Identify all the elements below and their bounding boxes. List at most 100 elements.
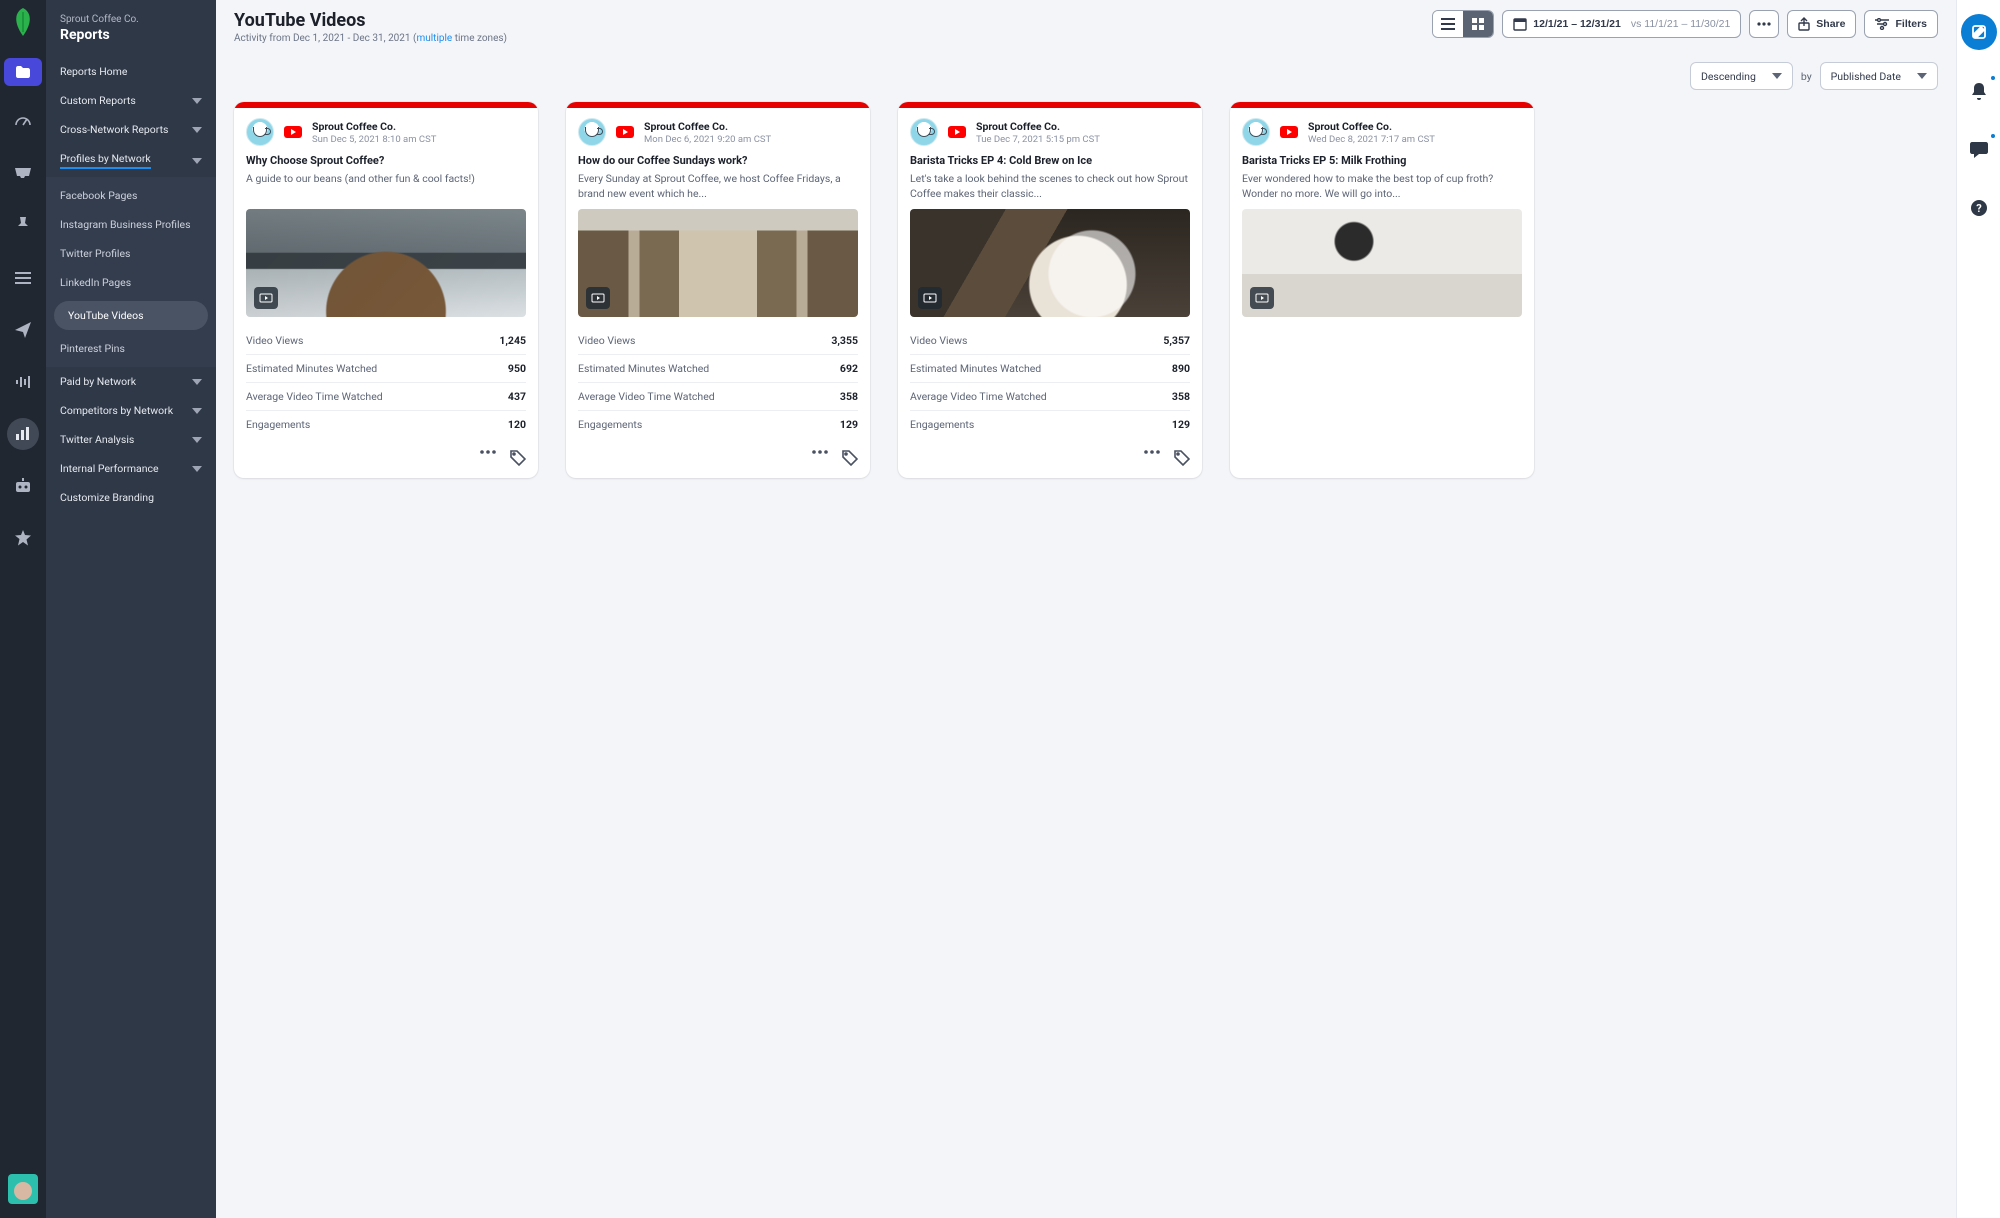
- nav-inbox-icon[interactable]: [7, 158, 39, 190]
- timezone-link[interactable]: multiple: [416, 33, 452, 44]
- publish-time: Wed Dec 8, 2021 7:17 am CST: [1308, 134, 1435, 145]
- topbar: YouTube Videos Activity from Dec 1, 2021…: [216, 0, 1956, 48]
- channel-name: Sprout Coffee Co.: [976, 120, 1100, 133]
- reports-sidebar: Sprout Coffee Co. Reports Reports HomeCu…: [46, 0, 216, 1218]
- video-play-icon: [586, 287, 610, 309]
- tag-icon[interactable]: [510, 450, 526, 466]
- channel-name: Sprout Coffee Co.: [312, 120, 436, 133]
- video-thumbnail[interactable]: [1242, 209, 1522, 317]
- filters-button[interactable]: Filters: [1864, 10, 1938, 38]
- sidebar-subitem[interactable]: Instagram Business Profiles: [46, 210, 216, 239]
- stat-row: Video Views3,355: [578, 327, 858, 355]
- video-title: Why Choose Sprout Coffee?: [246, 154, 526, 167]
- channel-avatar: [578, 118, 606, 146]
- sort-direction-select[interactable]: Descending: [1690, 62, 1793, 90]
- video-thumbnail[interactable]: [910, 209, 1190, 317]
- video-card: Sprout Coffee Co. Sun Dec 5, 2021 8:10 a…: [234, 102, 538, 478]
- sidebar-item[interactable]: Customize Branding: [46, 483, 216, 512]
- compose-button[interactable]: [1961, 14, 1997, 50]
- sidebar-item[interactable]: Profiles by Network: [46, 144, 216, 177]
- user-avatar[interactable]: [8, 1174, 38, 1204]
- stat-row: Engagements129: [578, 411, 858, 438]
- channel-name: Sprout Coffee Co.: [644, 120, 771, 133]
- stat-row: Video Views1,245: [246, 327, 526, 355]
- channel-avatar: [1242, 118, 1270, 146]
- sidebar-item[interactable]: Custom Reports: [46, 86, 216, 115]
- page-title: YouTube Videos: [234, 10, 507, 31]
- video-grid: Sprout Coffee Co. Sun Dec 5, 2021 8:10 a…: [216, 102, 1956, 518]
- nav-star-icon[interactable]: [7, 522, 39, 554]
- stat-row: Estimated Minutes Watched950: [246, 355, 526, 383]
- youtube-icon: [284, 126, 302, 138]
- more-menu-button[interactable]: [1749, 10, 1779, 38]
- stat-row: Average Video Time Watched358: [910, 383, 1190, 411]
- nav-folder-icon[interactable]: [4, 58, 42, 86]
- sidebar-item[interactable]: Twitter Analysis: [46, 425, 216, 454]
- share-button[interactable]: Share: [1787, 10, 1856, 38]
- sidebar-item[interactable]: Cross-Network Reports: [46, 115, 216, 144]
- video-description: Every Sunday at Sprout Coffee, we host C…: [578, 171, 858, 201]
- sidebar-subitem[interactable]: Facebook Pages: [46, 181, 216, 210]
- sidebar-subitem[interactable]: LinkedIn Pages: [46, 268, 216, 297]
- sort-controls: Descending by Published Date: [216, 48, 1956, 102]
- video-card: Sprout Coffee Co. Wed Dec 8, 2021 7:17 a…: [1230, 102, 1534, 478]
- sidebar-item[interactable]: Internal Performance: [46, 454, 216, 483]
- video-play-icon: [918, 287, 942, 309]
- feedback-icon[interactable]: [1963, 134, 1995, 166]
- nav-send-icon[interactable]: [7, 314, 39, 346]
- nav-list-icon[interactable]: [7, 262, 39, 294]
- sort-field-select[interactable]: Published Date: [1820, 62, 1938, 90]
- nav-reports-icon[interactable]: [7, 418, 39, 450]
- channel-avatar: [246, 118, 274, 146]
- youtube-icon: [616, 126, 634, 138]
- sort-by-label: by: [1801, 70, 1812, 83]
- card-more-icon[interactable]: [1144, 450, 1160, 466]
- nav-bot-icon[interactable]: [7, 470, 39, 502]
- main-area: YouTube Videos Activity from Dec 1, 2021…: [216, 0, 1956, 1218]
- sidebar-item[interactable]: Reports Home: [46, 57, 216, 86]
- view-grid-button[interactable]: [1463, 11, 1493, 37]
- sidebar-item[interactable]: Competitors by Network: [46, 396, 216, 425]
- youtube-icon: [948, 126, 966, 138]
- channel-avatar: [910, 118, 938, 146]
- sidebar-subitem[interactable]: Pinterest Pins: [46, 334, 216, 363]
- tag-icon[interactable]: [842, 450, 858, 466]
- video-card: Sprout Coffee Co. Tue Dec 7, 2021 5:15 p…: [898, 102, 1202, 478]
- sidebar-subitem[interactable]: YouTube Videos: [54, 301, 208, 330]
- app-rail: [0, 0, 46, 1218]
- date-range-button[interactable]: 12/1/21 – 12/31/21 vs 11/1/21 – 11/30/21: [1502, 10, 1741, 38]
- video-card: Sprout Coffee Co. Mon Dec 6, 2021 9:20 a…: [566, 102, 870, 478]
- quick-rail: ?: [1956, 0, 2000, 1218]
- sidebar-subitem[interactable]: Twitter Profiles: [46, 239, 216, 268]
- channel-name: Sprout Coffee Co.: [1308, 120, 1435, 133]
- nav-speedometer-icon[interactable]: [7, 106, 39, 138]
- card-more-icon[interactable]: [812, 450, 828, 466]
- stat-row: Video Views5,357: [910, 327, 1190, 355]
- video-thumbnail[interactable]: [578, 209, 858, 317]
- card-more-icon[interactable]: [480, 450, 496, 466]
- stat-row: Engagements120: [246, 411, 526, 438]
- video-title: How do our Coffee Sundays work?: [578, 154, 858, 167]
- help-icon[interactable]: ?: [1963, 192, 1995, 224]
- chevron-down-icon: [192, 437, 202, 443]
- nav-pin-icon[interactable]: [7, 210, 39, 242]
- stat-row: Engagements129: [910, 411, 1190, 438]
- chevron-down-icon: [192, 127, 202, 133]
- video-play-icon: [1250, 287, 1274, 309]
- chevron-down-icon: [192, 379, 202, 385]
- video-thumbnail[interactable]: [246, 209, 526, 317]
- notifications-icon[interactable]: [1963, 76, 1995, 108]
- chevron-down-icon: [192, 408, 202, 414]
- publish-time: Tue Dec 7, 2021 5:15 pm CST: [976, 134, 1100, 145]
- chevron-down-icon: [192, 158, 202, 164]
- video-play-icon: [254, 287, 278, 309]
- nav-audio-icon[interactable]: [7, 366, 39, 398]
- video-title: Barista Tricks EP 4: Cold Brew on Ice: [910, 154, 1190, 167]
- publish-time: Mon Dec 6, 2021 9:20 am CST: [644, 134, 771, 145]
- stat-row: Estimated Minutes Watched890: [910, 355, 1190, 383]
- view-list-button[interactable]: [1433, 11, 1463, 37]
- sidebar-item[interactable]: Paid by Network: [46, 367, 216, 396]
- stat-row: Average Video Time Watched358: [578, 383, 858, 411]
- brand-leaf-icon[interactable]: [11, 6, 35, 40]
- tag-icon[interactable]: [1174, 450, 1190, 466]
